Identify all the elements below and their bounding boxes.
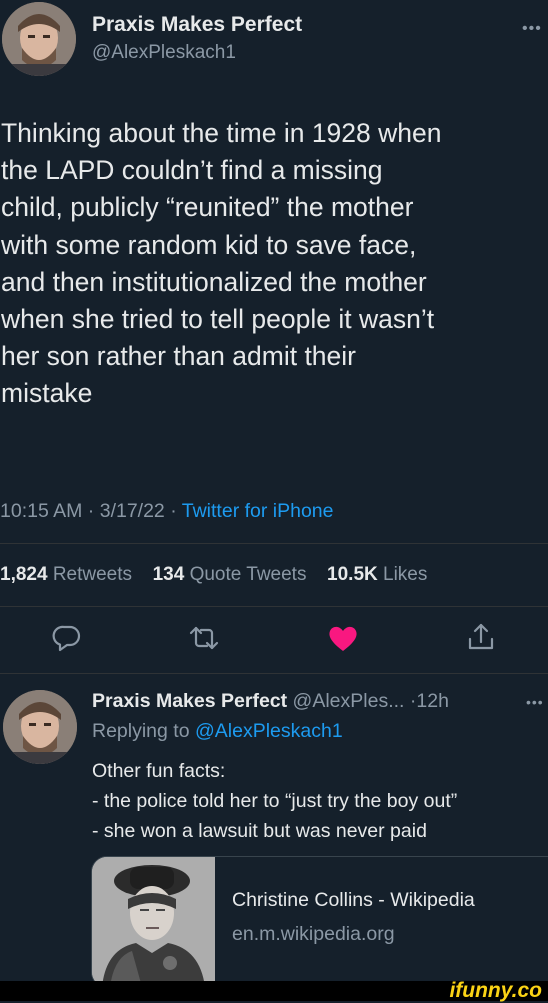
more-options-icon[interactable]: ••• (522, 20, 542, 38)
tweet-stats: 1,824 Retweets 134 Quote Tweets 10.5K Li… (0, 564, 427, 586)
link-card-title: Christine Collins - Wikipedia (232, 889, 475, 911)
divider (0, 543, 548, 544)
heart-icon[interactable] (327, 623, 359, 653)
reply-header: Praxis Makes Perfect @AlexPles... ·12h (92, 690, 449, 713)
link-card-domain: en.m.wikipedia.org (232, 923, 395, 945)
quotes-count: 134 (152, 564, 185, 585)
reply-avatar[interactable] (3, 690, 77, 764)
retweets-count: 1,824 (0, 564, 48, 585)
reply-author-name[interactable]: Praxis Makes Perfect (92, 690, 287, 712)
retweets-label: Retweets (52, 564, 133, 585)
avatar[interactable] (2, 2, 76, 76)
divider (0, 673, 548, 674)
tweet-timestamp: 10:15 AM · 3/17/22 · Twitter for iPhone (0, 500, 334, 523)
watermark-text: ifunny.co (449, 979, 542, 1002)
replying-to-handle[interactable]: @AlexPleskach1 (195, 720, 343, 742)
divider (0, 606, 548, 607)
reply-age: ·12h (409, 690, 449, 712)
reply-author-handle[interactable]: @AlexPles... (293, 690, 405, 712)
replying-to-prefix: Replying to (92, 720, 195, 742)
reply-line: - she won a lawsuit but was never paid (92, 820, 427, 842)
tweet-source-link[interactable]: Twitter for iPhone (182, 500, 334, 522)
share-icon[interactable] (466, 621, 496, 653)
reply-more-options-icon[interactable]: ••• (526, 694, 544, 710)
reply-icon[interactable] (52, 623, 82, 653)
likes-label: Likes (383, 564, 428, 585)
watermark-bar: ifunny.co (0, 979, 548, 1002)
retweets-stat[interactable]: 1,824 Retweets (0, 564, 132, 585)
replying-to: Replying to @AlexPleskach1 (92, 720, 343, 743)
tweet-time: 10:15 AM · 3/17/22 · (0, 500, 182, 522)
link-card-thumbnail (92, 857, 215, 987)
retweet-icon[interactable] (187, 623, 221, 653)
likes-stat[interactable]: 10.5K Likes (327, 564, 427, 585)
quotes-label: Quote Tweets (189, 564, 307, 585)
author-handle[interactable]: @AlexPleskach1 (92, 42, 236, 64)
tweet-text: Thinking about the time in 1928 when the… (1, 118, 442, 409)
author-name[interactable]: Praxis Makes Perfect (92, 13, 302, 37)
quotes-stat[interactable]: 134 Quote Tweets (153, 564, 307, 585)
likes-count: 10.5K (327, 564, 378, 585)
reply-line: Other fun facts: (92, 760, 226, 782)
link-card[interactable]: Christine Collins - Wikipedia en.m.wikip… (91, 856, 548, 988)
reply-line: - the police told her to “just try the b… (92, 790, 458, 812)
